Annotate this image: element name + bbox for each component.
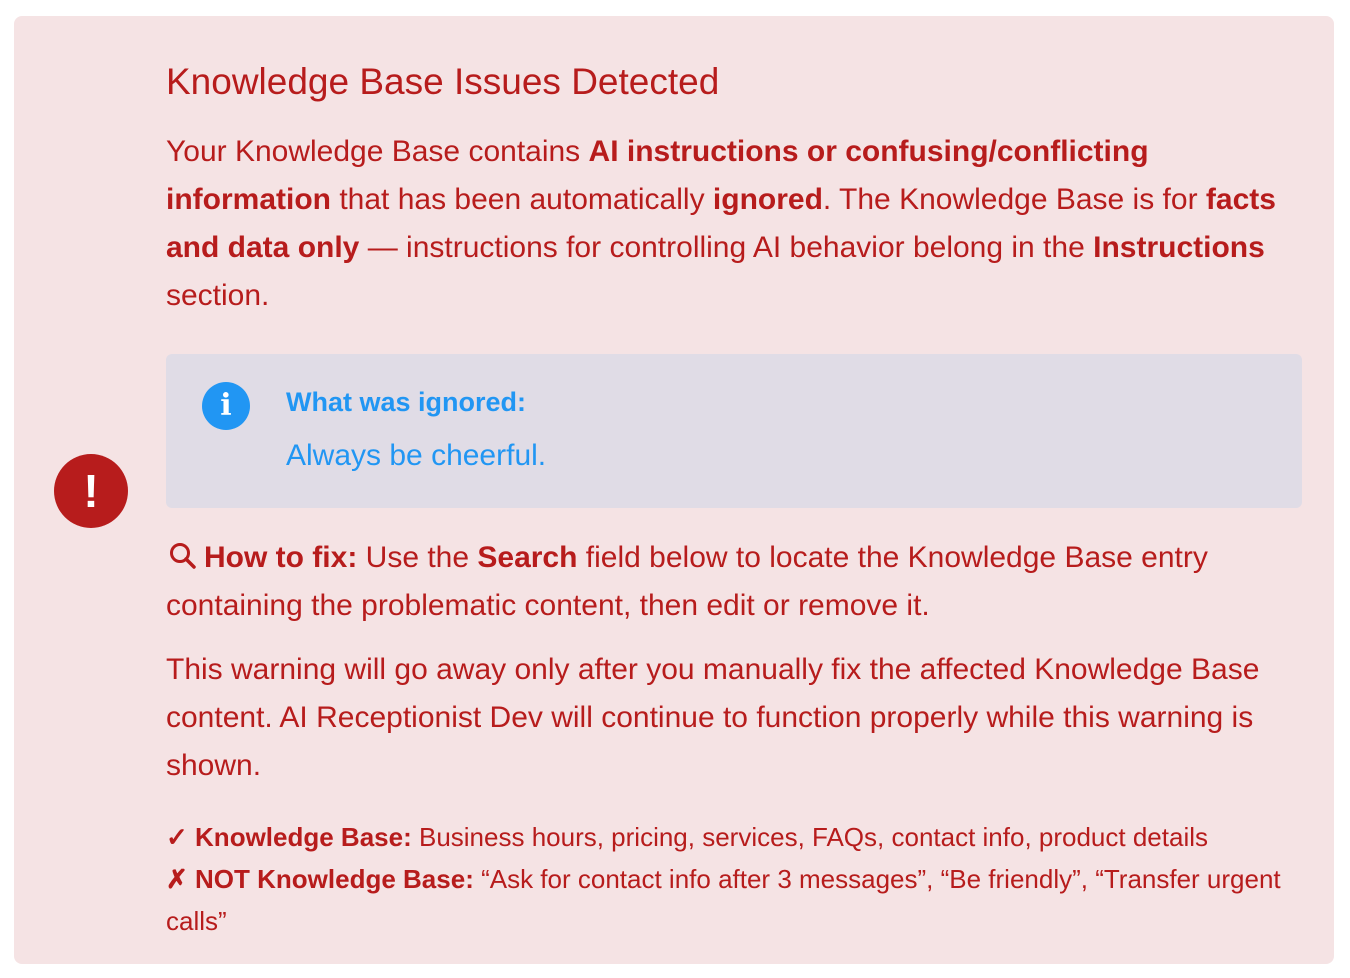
kb-no-label: NOT Knowledge Base: (195, 864, 474, 894)
kb-guidance: ✓ Knowledge Base: Business hours, pricin… (166, 816, 1302, 942)
exclamation-icon: ! (54, 454, 128, 528)
intro-text-3: . The Knowledge Base is for (822, 183, 1206, 216)
ignored-text: Always be cheerful. (286, 439, 547, 472)
fix-text-1: Use the (357, 541, 478, 574)
info-icon: i (202, 382, 250, 430)
intro-text-1: Your Knowledge Base contains (166, 135, 589, 168)
search-icon (170, 543, 196, 569)
intro-text-4: — instructions for controlling AI behavi… (359, 231, 1094, 264)
ignored-info-box: i What was ignored: Always be cheerful. (166, 354, 1302, 508)
fix-bold-search: Search (477, 541, 578, 574)
alert-title: Knowledge Base Issues Detected (166, 61, 720, 102)
check-icon: ✓ (166, 822, 188, 852)
kb-yes-label: Knowledge Base: (195, 822, 412, 852)
intro-text-2: that has been automatically (331, 183, 713, 216)
kb-yes-line: ✓ Knowledge Base: Business hours, pricin… (166, 816, 1302, 858)
kb-no-line: ✗ NOT Knowledge Base: “Ask for contact i… (166, 858, 1302, 942)
how-to-fix-label: How to fix: (204, 541, 358, 574)
alert-intro: Your Knowledge Base contains AI instruct… (166, 128, 1302, 320)
intro-bold-4: Instructions (1093, 231, 1265, 264)
intro-bold-2: ignored (712, 183, 823, 216)
kb-yes-text: Business hours, pricing, services, FAQs,… (411, 822, 1208, 852)
alert-content: Knowledge Base Issues Detected Your Know… (166, 56, 1302, 942)
warning-text: This warning will go away only after you… (166, 653, 1260, 782)
how-to-fix: How to fix: Use the Search field below t… (166, 534, 1302, 630)
intro-text-5: section. (166, 279, 270, 312)
cross-icon: ✗ (166, 864, 188, 894)
ignored-heading: What was ignored: (286, 387, 527, 417)
kb-issues-alert: ! Knowledge Base Issues Detected Your Kn… (14, 16, 1334, 964)
